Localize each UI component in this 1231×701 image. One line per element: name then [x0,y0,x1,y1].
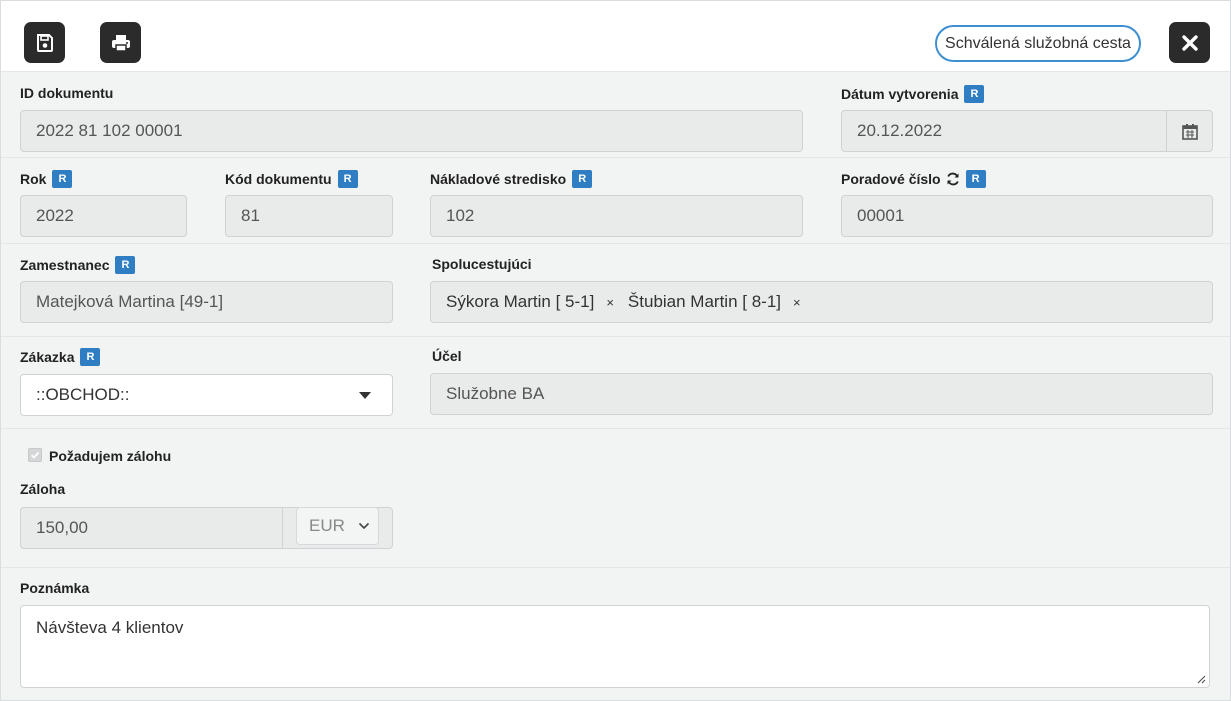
poznamka-value: Návšteva 4 klientov [36,618,184,637]
toolbar: Schválená služobná cesta [1,1,1230,72]
calendar-icon [1181,123,1198,140]
ucel-label: Účel [432,348,462,364]
currency-value: EUR [309,516,345,535]
rok-field[interactable]: 2022 [20,195,187,237]
zaloha-label: Záloha [20,481,65,497]
poradove-cislo-label: Poradové číslo R [841,170,986,188]
currency-select[interactable]: EUR [296,507,379,545]
poradove-cislo-field[interactable]: 00001 [841,195,1213,237]
ucel-field[interactable]: Služobne BA [430,373,1213,415]
nakladove-stredisko-field[interactable]: 102 [430,195,803,237]
rok-label-text: Rok [20,171,47,187]
save-button[interactable] [24,22,65,63]
close-icon [1181,34,1198,51]
rok-label: Rok R [20,170,73,188]
spolucestujuci-label: Spolucestujúci [432,256,532,272]
zakazka-label-text: Zákazka [20,349,75,365]
caret-down-icon [359,392,371,399]
poradove-cislo-label-text: Poradové číslo [841,171,941,187]
spolucestujuci-label-text: Spolucestujúci [432,256,532,272]
datum-vytvorenia-label-text: Dátum vytvorenia [841,86,959,102]
chevron-down-icon [358,522,370,530]
zaloha-value: 150,00 [36,518,88,537]
printer-icon [111,34,130,52]
companion-tag: Štubian Martin [ 8-1] × [628,292,801,312]
status-badge: Schválená služobná cesta [935,25,1141,62]
zaloha-label-text: Záloha [20,481,66,497]
poznamka-label: Poznámka [20,580,89,596]
datum-vytvorenia-value: 20.12.2022 [857,121,943,140]
zakazka-select[interactable]: ::OBCHOD:: [20,374,393,416]
nakladove-stredisko-label: Nákladové stredisko R [430,170,593,188]
required-badge: R [80,348,101,366]
id-dokumentu-label: ID dokumentu [20,85,113,101]
pozadujem-zalohu-checkbox[interactable] [28,448,42,462]
companion-tag-label: Štubian Martin [ 8-1] [627,292,781,311]
kod-dokumentu-label-text: Kód dokumentu [225,171,332,187]
id-dokumentu-field[interactable]: 2022 81 102 00001 [20,110,803,152]
zakazka-value: ::OBCHOD:: [36,385,130,404]
floppy-disk-icon [36,33,53,52]
zaloha-divider [282,508,283,548]
zakazka-label: Zákazka R [20,348,101,366]
ucel-label-text: Účel [432,348,462,364]
close-button[interactable] [1169,22,1210,63]
nakladove-stredisko-label-text: Nákladové stredisko [430,171,567,187]
spolucestujuci-field[interactable]: Sýkora Martin [ 5-1] × Štubian Martin [ … [430,281,1213,323]
required-badge: R [115,256,136,274]
companion-tag: Sýkora Martin [ 5-1] × [446,292,614,312]
poznamka-textarea[interactable]: Návšteva 4 klientov [20,605,1210,688]
checkmark-icon [30,451,40,459]
id-dokumentu-label-text: ID dokumentu [20,85,114,101]
required-badge: R [964,85,985,103]
zamestnanec-field[interactable]: Matejková Martina [49-1] [20,281,393,323]
datum-vytvorenia-field[interactable]: 20.12.2022 [841,110,1213,152]
poznamka-label-text: Poznámka [20,580,90,596]
kod-dokumentu-label: Kód dokumentu R [225,170,358,188]
zamestnanec-label-text: Zamestnanec [20,257,110,273]
required-badge: R [572,170,593,188]
travel-order-form: Schválená služobná cesta ID dokumentu 20… [0,0,1231,701]
refresh-icon[interactable] [946,172,960,186]
datum-vytvorenia-label: Dátum vytvorenia R [841,85,985,103]
companion-tag-label: Sýkora Martin [ 5-1] [446,292,595,311]
remove-tag-icon[interactable]: × [793,295,801,310]
kod-dokumentu-field[interactable]: 81 [225,195,393,237]
resize-handle-icon[interactable] [1196,674,1206,684]
required-badge: R [965,170,986,188]
zamestnanec-label: Zamestnanec R [20,256,136,274]
required-badge: R [52,170,73,188]
required-badge: R [337,170,358,188]
pozadujem-zalohu-label: Požadujem zálohu [49,448,172,464]
calendar-button[interactable] [1166,111,1212,151]
print-button[interactable] [100,22,141,63]
remove-tag-icon[interactable]: × [606,295,614,310]
